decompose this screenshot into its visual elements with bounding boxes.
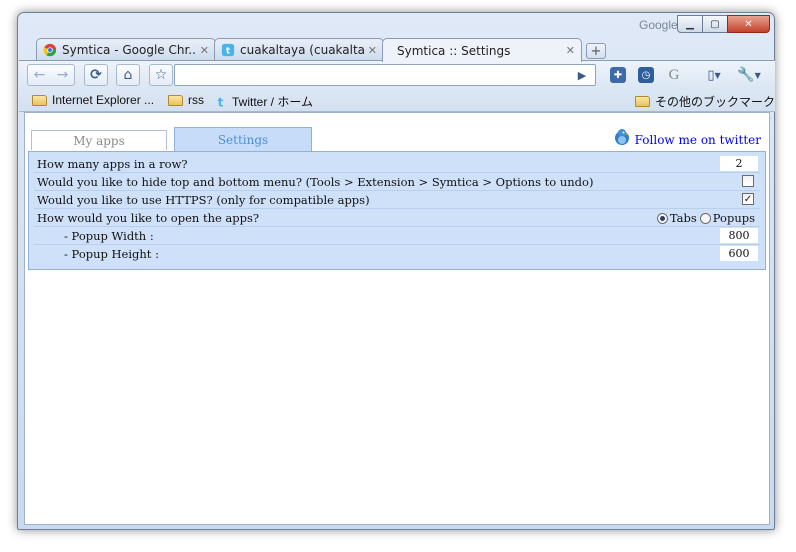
chevron-down-icon: ▼ (714, 70, 721, 80)
follow-twitter-link[interactable]: Follow me on twitter (635, 133, 761, 147)
bookmark-twitter-home[interactable]: t Twitter / ホーム (214, 93, 313, 110)
reload-icon: ⟳ (90, 67, 102, 83)
tab-title: Symtica :: Settings (397, 43, 511, 58)
tab-title: Symtica - Google Chr... (62, 43, 196, 57)
clock-icon: ◷ (638, 67, 654, 83)
apps-per-row-input[interactable]: 2 (720, 156, 758, 171)
tab-strip: Symtica - Google Chr... ✕ t cuakaltaya (… (36, 35, 756, 62)
bookmark-label: Twitter / ホーム (232, 95, 313, 109)
svg-text:t: t (218, 95, 224, 108)
page-menu-button[interactable]: ▯ ▼ (701, 64, 727, 86)
setting-popup-width: - Popup Width : 800 (34, 227, 760, 245)
bookmark-internet-explorer[interactable]: Internet Explorer ... (32, 93, 154, 107)
minimize-button[interactable]: ▁ (677, 15, 703, 33)
tabs-radio-label: Tabs (669, 211, 697, 225)
google-brand-label: Google (639, 18, 678, 32)
home-button[interactable]: ⌂ (116, 64, 140, 86)
tab-my-apps[interactable]: My apps (31, 130, 167, 150)
twitter-icon: t (218, 95, 224, 108)
tab-symtica-settings[interactable]: Symtica :: Settings ✕ (382, 38, 582, 62)
puzzle-icon: ✚ (610, 67, 626, 83)
tab-symtica-chrome[interactable]: Symtica - Google Chr... ✕ (36, 38, 216, 61)
back-forward-group: ← → (27, 64, 75, 86)
wrench-menu-button[interactable]: 🔧 ▼ (735, 64, 763, 86)
reload-button[interactable]: ⟳ (84, 64, 108, 86)
setting-label: - Popup Height : (64, 247, 159, 261)
window-controls: ▁ ▢ ✕ (677, 15, 770, 33)
go-arrow-icon: ▶ (577, 68, 587, 82)
browser-toolbar: ← → ⟳ ⌂ ☆ ▶ ✚ ◷ G ▯ ▼ 🔧 ▼ (19, 60, 775, 90)
popups-radio-label: Popups (712, 211, 755, 225)
close-tab-icon[interactable]: ✕ (200, 44, 209, 57)
setting-label: Would you like to use HTTPS? (only for c… (37, 192, 370, 207)
tabs-radio[interactable] (656, 212, 668, 224)
folder-icon (32, 94, 47, 106)
bookmark-label: rss (188, 93, 204, 107)
tab-cuakaltaya[interactable]: t cuakaltaya (cuakaltay... ✕ (214, 38, 384, 61)
setting-popup-height: - Popup Height : 600 (34, 245, 760, 263)
page-content: My apps Settings Follow me on twitter Ho… (24, 112, 770, 525)
address-bar[interactable] (174, 64, 596, 86)
clock-extension-button[interactable]: ◷ (636, 64, 656, 86)
extension-button[interactable]: ✚ (608, 64, 628, 86)
twitter-follow: Follow me on twitter (612, 127, 761, 147)
wrench-icon: 🔧 (737, 67, 755, 83)
setting-open-apps: How would you like to open the apps? Tab… (34, 209, 760, 227)
popups-radio[interactable] (699, 212, 711, 224)
twitter-bird-icon (614, 129, 629, 145)
close-tab-icon[interactable]: ✕ (368, 44, 377, 57)
browser-window: Google ▁ ▢ ✕ Symtica - Google Chr... ✕ t… (17, 12, 775, 530)
other-bookmarks[interactable]: その他のブックマーク (635, 93, 775, 110)
chrome-icon (43, 43, 57, 57)
forward-icon[interactable]: → (57, 67, 69, 83)
maximize-button[interactable]: ▢ (702, 15, 728, 33)
bookmarks-bar: Internet Explorer ... rss t Twitter / ホー… (19, 90, 775, 112)
tab-settings[interactable]: Settings (174, 127, 312, 151)
tab-title: cuakaltaya (cuakaltay... (240, 43, 364, 57)
google-extension-button[interactable]: G (664, 64, 684, 86)
setting-label: Would you like to hide top and bottom me… (37, 174, 594, 189)
folder-icon (635, 96, 650, 107)
twitter-icon: t (221, 43, 235, 57)
bookmark-rss[interactable]: rss (168, 93, 204, 107)
setting-label: - Popup Width : (64, 228, 154, 243)
go-button[interactable]: ▶ (574, 64, 590, 86)
setting-use-https: Would you like to use HTTPS? (only for c… (34, 191, 760, 209)
use-https-checkbox[interactable]: ✓ (742, 193, 754, 205)
setting-label: How many apps in a row? (37, 156, 188, 171)
close-tab-icon[interactable]: ✕ (566, 44, 575, 57)
back-icon[interactable]: ← (34, 67, 46, 83)
bookmark-star-button[interactable]: ☆ (149, 64, 173, 86)
home-icon: ⌂ (123, 67, 133, 83)
close-window-button[interactable]: ✕ (727, 15, 770, 33)
folder-icon (168, 94, 183, 106)
popup-width-input[interactable]: 800 (720, 228, 758, 243)
svg-text:t: t (226, 47, 230, 57)
star-icon: ☆ (154, 67, 168, 83)
popup-height-input[interactable]: 600 (720, 246, 758, 261)
hide-menu-checkbox[interactable] (742, 175, 754, 187)
setting-label: How would you like to open the apps? (37, 210, 260, 225)
google-g-icon: G (668, 66, 680, 83)
bookmark-label: Internet Explorer ... (52, 93, 155, 107)
bookmark-label: その他のブックマーク (655, 95, 776, 109)
setting-apps-per-row: How many apps in a row? 2 (34, 155, 760, 173)
settings-panel: How many apps in a row? 2 Would you like… (28, 151, 766, 270)
new-tab-button[interactable]: + (586, 43, 606, 59)
setting-hide-menu: Would you like to hide top and bottom me… (34, 173, 760, 191)
chevron-down-icon: ▼ (754, 70, 761, 80)
page-icon: ▯ (707, 67, 715, 83)
